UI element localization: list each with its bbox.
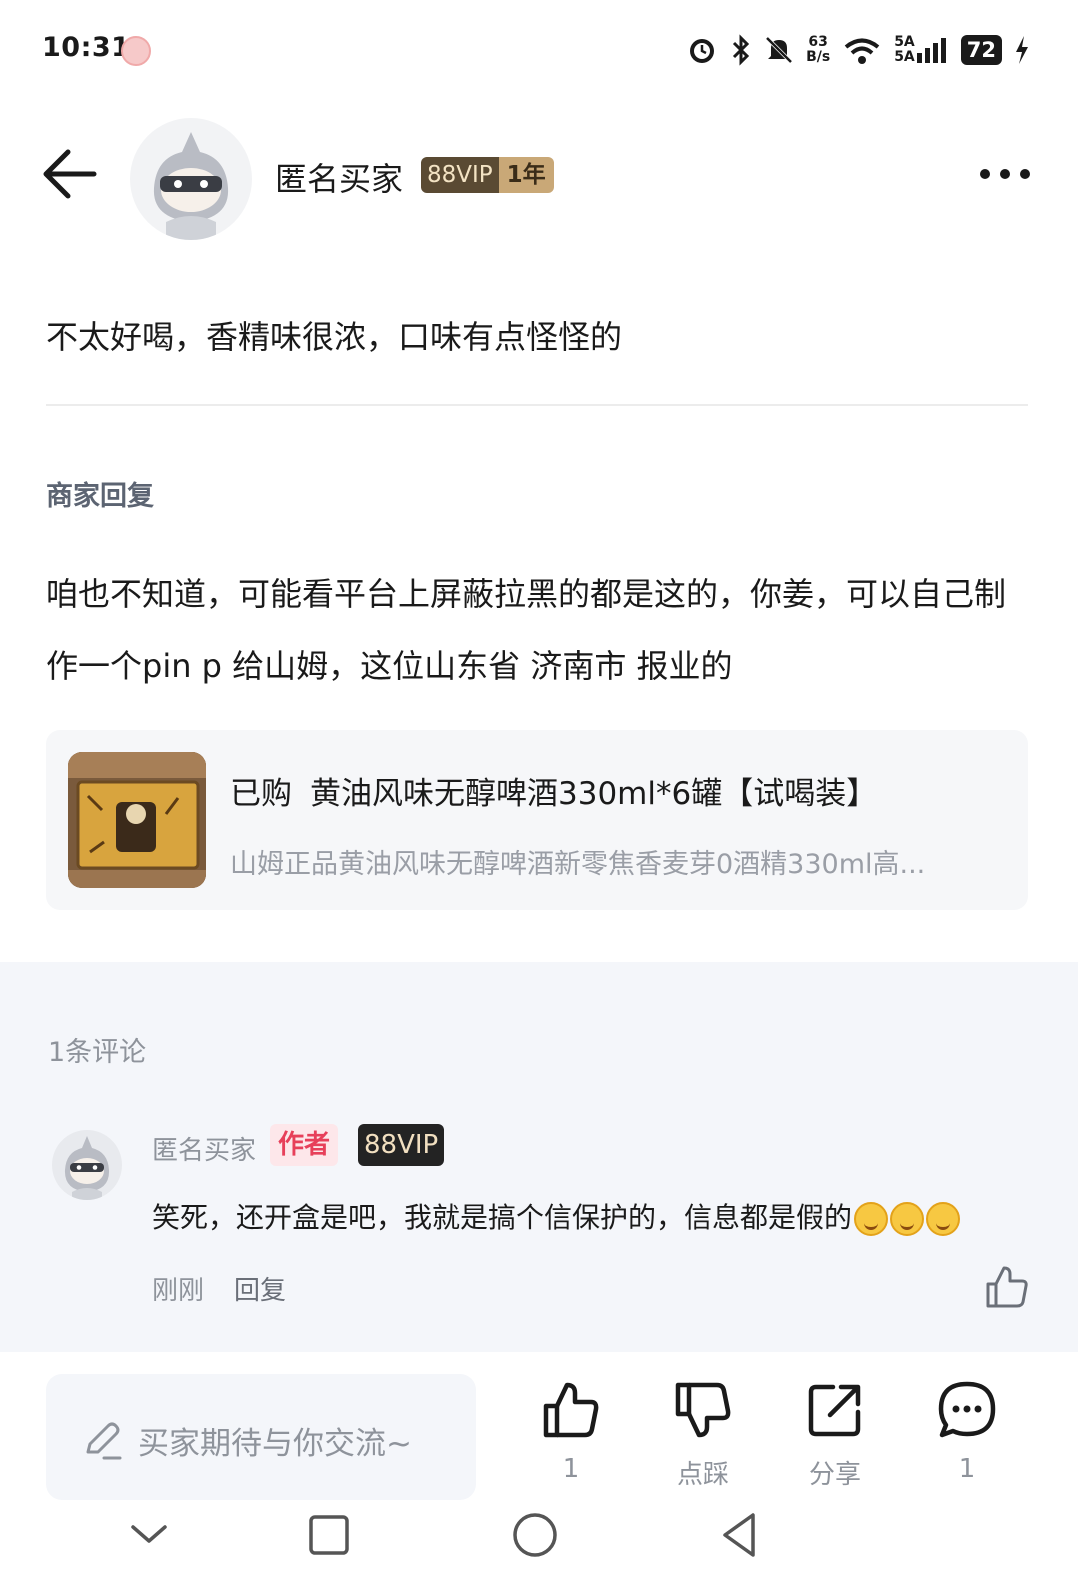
status-time: 10:31	[42, 32, 131, 63]
merchant-reply-title: 商家回复	[46, 481, 154, 512]
circle-icon	[513, 1513, 557, 1557]
signal-icon: 5A 5A	[894, 33, 949, 67]
system-nav-bar	[0, 1502, 1078, 1579]
vip-years: 1年	[498, 157, 554, 193]
review-header: 匿名买家 88VIP 1年	[0, 108, 1078, 248]
comment-input-placeholder: 买家期待与你交流~	[138, 1426, 412, 1462]
nav-back-button[interactable]	[716, 1510, 766, 1560]
nav-recents-button[interactable]	[304, 1510, 354, 1560]
dislike-button[interactable]: 点踩	[658, 1380, 748, 1500]
vip-tag: 88VIP	[358, 1124, 445, 1166]
grimace-emoji-icon	[890, 1202, 925, 1236]
square-icon	[309, 1515, 349, 1555]
thumbs-down-icon	[675, 1382, 731, 1438]
merchant-reply-text: 咱也不知道，可能看平台上屏蔽拉黑的都是这的，你姜，可以自己制作一个pin p 给…	[46, 575, 1007, 685]
avatar[interactable]	[130, 118, 252, 240]
review-text: 不太好喝，香精味很浓，口味有点怪怪的	[46, 318, 623, 356]
comment-input[interactable]: 买家期待与你交流~	[46, 1374, 476, 1500]
back-arrow-icon	[43, 149, 97, 199]
thumbs-up-icon	[986, 1266, 1028, 1308]
comment-section: 1条评论 匿名买家 作者 88VIP 笑死，还开盒是吧，我就是搞个信保护的，信息…	[0, 962, 1078, 1352]
avatar[interactable]	[52, 1130, 122, 1200]
anonymous-avatar-icon	[153, 132, 229, 240]
product-thumbnail	[68, 752, 206, 888]
more-dot-icon	[1020, 169, 1030, 179]
app-notification-icon	[121, 36, 151, 66]
comment-body: 笑死，还开盒是吧，我就是搞个信保护的，信息都是假的	[152, 1201, 853, 1234]
anonymous-avatar-icon	[64, 1136, 110, 1200]
commenter-name: 匿名买家	[152, 1136, 257, 1166]
author-tag: 作者	[270, 1124, 339, 1166]
comment-text: 笑死，还开盒是吧，我就是搞个信保护的，信息都是假的	[152, 1196, 961, 1236]
battery-level: 72	[960, 35, 1002, 65]
vip-label: 88VIP	[421, 157, 499, 193]
nav-hide-button[interactable]	[124, 1510, 174, 1560]
product-subtitle: 山姆正品黄油风味无醇啤酒新零焦香麦芽0酒精330ml高...	[230, 849, 926, 880]
triangle-back-icon	[723, 1513, 755, 1557]
like-button[interactable]: 1	[526, 1380, 616, 1500]
product-title: 黄油风味无醇啤酒330ml*6罐【试喝装】	[310, 776, 878, 812]
bluetooth-icon	[730, 33, 752, 67]
alarm-icon	[686, 33, 718, 67]
thumbs-up-icon	[543, 1382, 599, 1438]
divider	[46, 404, 1028, 406]
reviewer-name: 匿名买家	[275, 160, 404, 198]
nav-home-button[interactable]	[510, 1510, 560, 1560]
dislike-label: 点踩	[676, 1460, 729, 1490]
comment-time: 刚刚	[152, 1276, 205, 1306]
charging-icon	[1014, 33, 1030, 67]
pen-icon	[86, 1422, 122, 1460]
more-dot-icon	[1000, 169, 1010, 179]
grimace-emoji-icon	[854, 1202, 889, 1236]
comment-button[interactable]: 1	[922, 1380, 1012, 1500]
product-image	[68, 752, 206, 888]
chat-bubble-icon	[938, 1381, 996, 1438]
share-icon	[808, 1384, 861, 1437]
more-options-button[interactable]	[980, 164, 1030, 184]
mute-icon	[764, 33, 794, 67]
status-icons: 63 B/s 5A 5A 72	[686, 30, 1030, 70]
bottom-action-bar: 买家期待与你交流~ 1 点踩 分享 1	[0, 1352, 1078, 1502]
status-bar: 10:31 63 B/s 5A 5A 72	[0, 0, 1078, 100]
product-card[interactable]: 已购 黄油风味无醇啤酒330ml*6罐【试喝装】 山姆正品黄油风味无醇啤酒新零焦香…	[46, 730, 1028, 910]
wifi-icon	[842, 33, 882, 67]
product-title-line: 已购 黄油风味无醇啤酒330ml*6罐【试喝装】	[230, 768, 877, 813]
grimace-emoji-icon	[926, 1202, 961, 1236]
share-label: 分享	[808, 1460, 861, 1490]
bought-label: 已购	[230, 776, 292, 812]
comment-count: 1条评论	[48, 1037, 147, 1068]
more-dot-icon	[980, 169, 990, 179]
back-button[interactable]	[40, 146, 100, 202]
chevron-down-icon	[131, 1525, 167, 1543]
share-button[interactable]: 分享	[790, 1380, 880, 1500]
like-count: 1	[562, 1454, 580, 1484]
comment-count-label: 1	[958, 1454, 976, 1484]
vip-badge: 88VIP 1年	[421, 157, 554, 193]
comment-like-button[interactable]	[984, 1264, 1030, 1310]
comment-reply-button[interactable]: 回复	[234, 1270, 286, 1307]
net-speed: 63 B/s	[806, 34, 831, 65]
